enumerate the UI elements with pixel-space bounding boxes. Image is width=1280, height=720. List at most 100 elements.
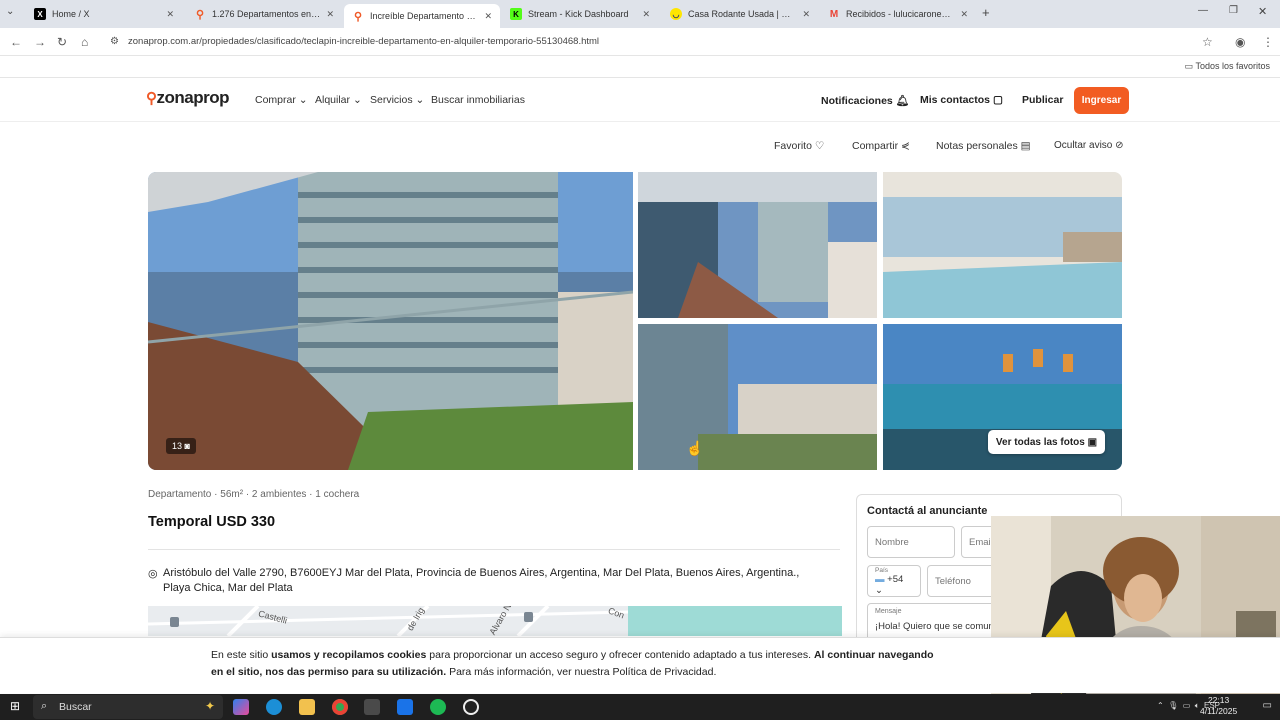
menu-alquilar[interactable]: Alquilar ⌄ <box>315 94 362 106</box>
privacy-policy-link[interactable]: Política de Privacidad <box>612 666 713 678</box>
reload-icon[interactable]: ↻ <box>57 35 67 49</box>
windows-taskbar: ⊞ ⌕ Buscar ✦ ⌃ 🎙︎ ▭ 🔈︎ ESP 22:13 4/11/202… <box>0 694 1280 720</box>
microphone-icon[interactable]: 🎙︎ <box>1168 701 1178 710</box>
copilot-sparkle-icon: ✦ <box>204 699 215 713</box>
zonaprop-favicon-icon: ⚲ <box>195 8 205 21</box>
tab-home-x[interactable]: X Home / X ✕ <box>26 4 182 24</box>
profile-icon[interactable]: ◉ <box>1235 35 1245 49</box>
publicar-button[interactable]: Publicar <box>1022 94 1063 106</box>
network-icon[interactable]: ▭ <box>1183 701 1191 710</box>
note-icon: ▤ <box>1020 140 1031 152</box>
ocultar-aviso-button[interactable]: Ocultar aviso ⊘ <box>1054 140 1124 151</box>
ingresar-button[interactable]: Ingresar <box>1074 87 1129 114</box>
chrome-browser-icon[interactable] <box>332 699 348 715</box>
obs-studio-icon[interactable] <box>463 699 479 715</box>
close-tab-icon[interactable]: ✕ <box>802 9 810 20</box>
menu-servicios[interactable]: Servicios ⌄ <box>370 94 424 106</box>
tab-title: Home / X <box>52 9 90 19</box>
mensaje-text: ¡Hola! Quiero que se comuniq <box>875 621 1002 632</box>
photo-city-view[interactable] <box>638 324 877 470</box>
site-info-icon[interactable]: ⚙ <box>110 36 119 47</box>
all-bookmarks-label: Todos los favoritos <box>1195 61 1270 71</box>
pais-code: +54 <box>887 573 904 585</box>
volume-icon[interactable]: 🔈︎ <box>1195 701 1200 710</box>
minimize-window-icon[interactable]: — <box>1198 5 1208 16</box>
spotify-icon[interactable] <box>430 699 446 715</box>
menu-buscar-inmobiliarias[interactable]: Buscar inmobiliarias <box>431 94 525 106</box>
close-tab-icon[interactable]: ✕ <box>484 11 492 22</box>
tab-mercadolibre[interactable]: ◡ Casa Rodante Usada | Mercado ✕ <box>662 4 818 24</box>
divider <box>148 549 840 550</box>
close-tab-icon[interactable]: ✕ <box>642 9 650 20</box>
photo-image <box>638 324 877 470</box>
edge-browser-icon[interactable] <box>266 699 282 715</box>
zonaprop-logo[interactable]: ⚲zonaprop <box>146 88 229 108</box>
bell-icon: 🔔︎ <box>895 95 910 107</box>
browser-menu-icon[interactable]: ⋮ <box>1262 35 1274 49</box>
new-tab-plus-icon[interactable]: + <box>982 5 990 20</box>
notificaciones-button[interactable]: Notificaciones 🔔︎ <box>821 94 909 107</box>
chat-bubble-icon: ▢ <box>992 94 1003 106</box>
taskbar-search[interactable]: ⌕ Buscar ✦ <box>33 695 223 719</box>
close-tab-icon[interactable]: ✕ <box>326 9 334 20</box>
gmail-logo-icon: M <box>829 8 839 20</box>
location-pin-icon: ◎ <box>148 568 158 580</box>
chevron-down-icon: ⌄ <box>875 584 883 596</box>
file-explorer-icon[interactable] <box>299 699 315 715</box>
cookie-text: . <box>713 666 717 678</box>
forward-arrow-icon[interactable]: → <box>34 35 46 49</box>
tab-kick-dashboard[interactable]: K Stream - Kick Dashboard ✕ <box>502 4 658 24</box>
windows-start-icon[interactable]: ⊞ <box>10 699 20 713</box>
chevron-down-icon: ⌄ <box>415 94 425 106</box>
pais-select[interactable]: País ▬ +54 ⌄ <box>867 565 921 597</box>
photo-balcony-view[interactable] <box>638 172 877 318</box>
ocultar-label: Ocultar aviso <box>1054 140 1113 151</box>
ver-todas-las-fotos-button[interactable]: Ver todas las fotos ▣ <box>988 430 1105 454</box>
site-header: ⚲zonaprop Comprar ⌄ Alquilar ⌄ Servicios… <box>0 80 1280 122</box>
store-app-icon[interactable] <box>364 699 380 715</box>
close-tab-icon[interactable]: ✕ <box>960 9 968 20</box>
photo-count-value: 13 <box>172 441 183 451</box>
menu-comprar[interactable]: Comprar ⌄ <box>255 94 308 106</box>
notas-personales-button[interactable]: Notas personales ▤ <box>936 140 1031 152</box>
app-icon[interactable] <box>397 699 413 715</box>
photo-indoor-pool[interactable] <box>883 172 1122 318</box>
system-clock[interactable]: 22:13 4/11/2025 <box>1200 695 1237 717</box>
cookie-banner: En este sitio usamos y recopilamos cooki… <box>0 637 1280 693</box>
heart-icon: ♡ <box>814 140 825 152</box>
main-photo-building-balcony[interactable] <box>148 172 633 470</box>
tab-gmail[interactable]: M Recibidos - lulucicarone@gm ✕ <box>820 4 976 24</box>
location-map[interactable]: Castelli de Irig Alvaro N Con <box>148 606 842 636</box>
restore-window-icon[interactable]: ❐ <box>1229 5 1238 16</box>
close-tab-icon[interactable]: ✕ <box>166 9 174 20</box>
browser-address-bar: ← → ↻ ⌂ ⚙ zonaprop.com.ar/propiedades/cl… <box>0 28 1280 56</box>
compartir-button[interactable]: Compartir ⋞ <box>852 140 910 152</box>
chevron-up-icon[interactable]: ⌃ <box>1157 701 1164 710</box>
pais-label: País <box>875 566 889 574</box>
cookie-message: En este sitio usamos y recopilamos cooki… <box>211 647 941 681</box>
favorito-button[interactable]: Favorito ♡ <box>774 140 824 152</box>
all-bookmarks-folder[interactable]: ▭ Todos los favoritos <box>1185 61 1270 72</box>
chevron-down-icon: ⌄ <box>298 94 308 106</box>
tab-list-chevron-icon[interactable]: ⌄ <box>6 6 14 17</box>
copilot-app-icon[interactable] <box>233 699 249 715</box>
url-field[interactable]: zonaprop.com.ar/propiedades/clasificado/… <box>128 36 599 47</box>
chevron-down-icon: ⌄ <box>352 94 362 106</box>
favorito-label: Favorito <box>774 140 812 152</box>
notification-center-icon[interactable]: ▭ <box>1263 700 1272 711</box>
mensaje-label: Mensaje <box>875 608 902 615</box>
mis-contactos-button[interactable]: Mis contactos ▢ <box>920 94 1003 106</box>
home-icon[interactable]: ⌂ <box>81 35 88 49</box>
mercadolibre-logo-icon: ◡ <box>670 8 682 20</box>
listing-price: Temporal USD 330 <box>148 514 276 530</box>
cookie-text-bold: usamos y recopilamos cookies <box>271 649 427 661</box>
tab-title: 1.276 Departamentos en temp <box>212 9 321 19</box>
nombre-field[interactable]: Nombre <box>867 526 955 558</box>
close-window-icon[interactable]: ✕ <box>1258 5 1267 18</box>
bookmark-star-icon[interactable]: ☆ <box>1202 35 1213 49</box>
tab-title: Increíble Departamento en Alq <box>370 11 478 21</box>
tab-departamentos[interactable]: ⚲ 1.276 Departamentos en temp ✕ <box>186 4 342 24</box>
tab-increible-departamento[interactable]: ⚲ Increíble Departamento en Alq ✕ <box>344 4 500 28</box>
back-arrow-icon[interactable]: ← <box>10 35 22 49</box>
menu-label: Comprar <box>255 94 296 106</box>
